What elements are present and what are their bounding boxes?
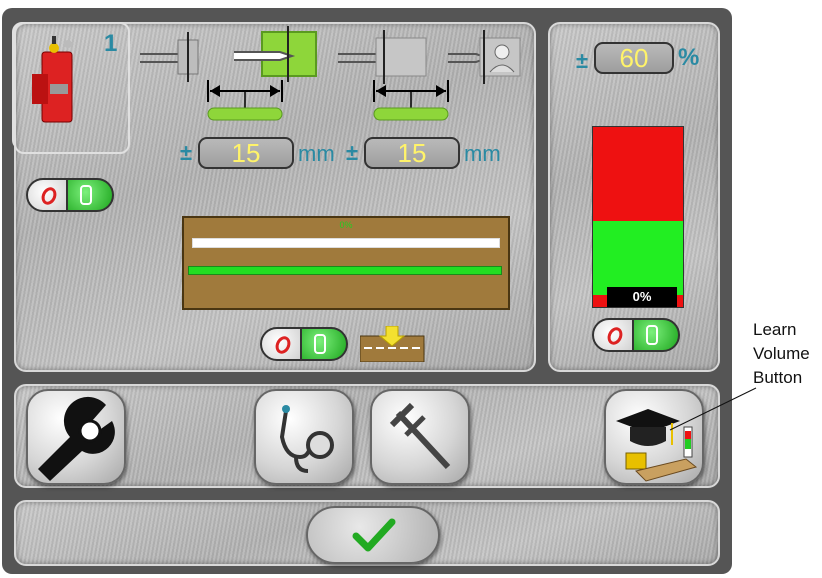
diagnostics-button[interactable] — [254, 389, 354, 485]
on-icon — [66, 178, 114, 212]
wrench-icon — [38, 396, 115, 481]
callout-line3: Button — [753, 368, 803, 387]
volume-alarm-bottom-right — [677, 295, 683, 307]
caliper-icon — [389, 402, 451, 470]
off-icon — [592, 318, 636, 352]
callout-line1: Learn — [753, 320, 797, 339]
volume-unit: % — [678, 44, 700, 71]
volume-enable-toggle[interactable] — [592, 318, 682, 352]
tolerance-left-value[interactable]: 15 — [198, 137, 294, 169]
volume-alarm-bottom — [593, 295, 607, 307]
signal-track: 0% — [182, 216, 510, 310]
confirm-button[interactable] — [306, 506, 440, 564]
volume-bar: 0% — [592, 126, 684, 308]
signal-label: 0% — [339, 220, 353, 230]
checkmark-icon — [352, 518, 396, 552]
tolerance-right-unit: mm — [464, 141, 501, 166]
channel-enable-toggle[interactable] — [26, 178, 116, 212]
on-icon — [632, 318, 680, 352]
callout-text: Learn Volume Button — [753, 318, 810, 390]
callout-line2: Volume — [753, 344, 810, 363]
volume-level-box: 0% — [607, 287, 677, 307]
mode-needle-3-icon[interactable] — [336, 28, 432, 86]
on-icon — [300, 327, 348, 361]
mode-needle-1-icon[interactable] — [138, 28, 208, 86]
volume-value[interactable]: 60 — [594, 42, 674, 74]
off-icon — [26, 178, 70, 212]
off-icon — [260, 327, 304, 361]
mode-needle-2-icon[interactable] — [232, 24, 318, 84]
tolerance-right-value[interactable]: 15 — [364, 137, 460, 169]
settings-button[interactable] — [26, 389, 126, 485]
green-signal-bar — [188, 266, 502, 275]
volume-alarm-zone — [593, 127, 683, 221]
callout-line — [669, 387, 757, 431]
volume-level-label: 0% — [632, 289, 652, 304]
track-enable-toggle[interactable] — [260, 327, 350, 361]
channel-number: 1 — [104, 30, 118, 57]
tolerance-left-unit: mm — [298, 141, 335, 166]
stethoscope-icon — [279, 405, 334, 473]
tolerance-left-pm: ± — [180, 140, 193, 165]
mode-manual-icon[interactable] — [446, 28, 526, 86]
measure-button[interactable] — [370, 389, 470, 485]
tolerance-right-pm: ± — [346, 140, 359, 165]
white-reference-bar — [192, 238, 500, 248]
sensor-icon — [32, 36, 73, 123]
material-position-icon[interactable] — [360, 326, 426, 362]
volume-pm: ± — [576, 48, 589, 73]
tolerance-right-arrow-icon — [373, 80, 449, 121]
tolerance-left-arrow-icon — [207, 80, 283, 121]
